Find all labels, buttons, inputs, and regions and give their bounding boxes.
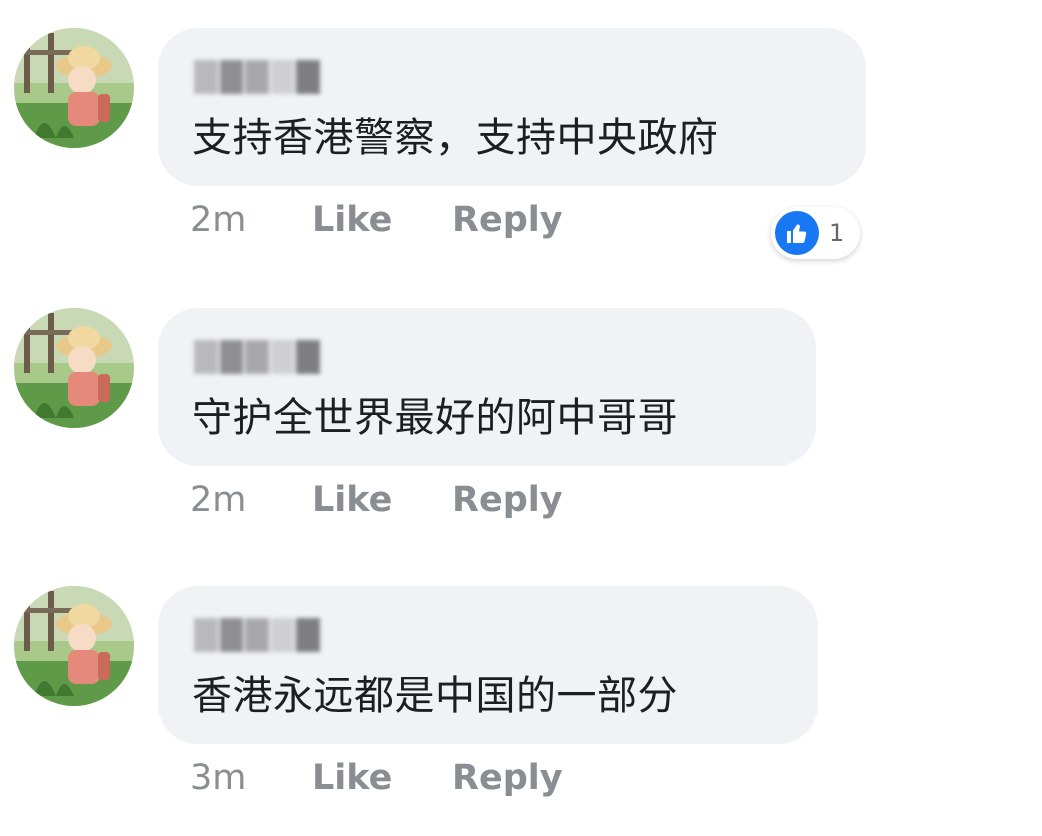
avatar[interactable]	[14, 586, 134, 706]
reply-button[interactable]: Reply	[452, 480, 563, 520]
comment-actions: 3m Like Reply	[190, 758, 563, 798]
comment-timestamp: 2m	[190, 200, 247, 240]
thumbs-up-icon	[775, 211, 819, 255]
reaction-count: 1	[829, 219, 845, 247]
like-button[interactable]: Like	[312, 758, 452, 798]
reply-button[interactable]: Reply	[452, 200, 563, 240]
avatar-image	[14, 28, 134, 148]
comment-2: 守护全世界最好的阿中哥哥 2m Like Reply	[0, 308, 1042, 558]
comment-text: 香港永远都是中国的一部分	[192, 673, 678, 719]
like-button[interactable]: Like	[312, 200, 452, 240]
comment-text: 守护全世界最好的阿中哥哥	[192, 395, 678, 441]
like-button[interactable]: Like	[312, 480, 452, 520]
reaction-summary[interactable]: 1	[771, 207, 861, 259]
comment-1: 支持香港警察，支持中央政府 2m Like Reply 1	[0, 28, 1042, 278]
avatar[interactable]	[14, 28, 134, 148]
avatar-image	[14, 308, 134, 428]
blurred-author-name[interactable]	[194, 616, 322, 654]
comment-text: 支持香港警察，支持中央政府	[192, 115, 719, 161]
blurred-author-name[interactable]	[194, 338, 322, 376]
avatar[interactable]	[14, 308, 134, 428]
avatar-image	[14, 586, 134, 706]
comment-timestamp: 3m	[190, 758, 247, 798]
comment-3: 香港永远都是中国的一部分 3m Like Reply	[0, 586, 1042, 836]
comment-actions: 2m Like Reply	[190, 480, 563, 520]
comment-timestamp: 2m	[190, 480, 247, 520]
comment-bubble: 支持香港警察，支持中央政府	[158, 28, 866, 186]
reply-button[interactable]: Reply	[452, 758, 563, 798]
comment-actions: 2m Like Reply	[190, 200, 563, 240]
comment-bubble: 守护全世界最好的阿中哥哥	[158, 308, 816, 466]
blurred-author-name[interactable]	[194, 58, 322, 96]
comment-bubble: 香港永远都是中国的一部分	[158, 586, 818, 744]
